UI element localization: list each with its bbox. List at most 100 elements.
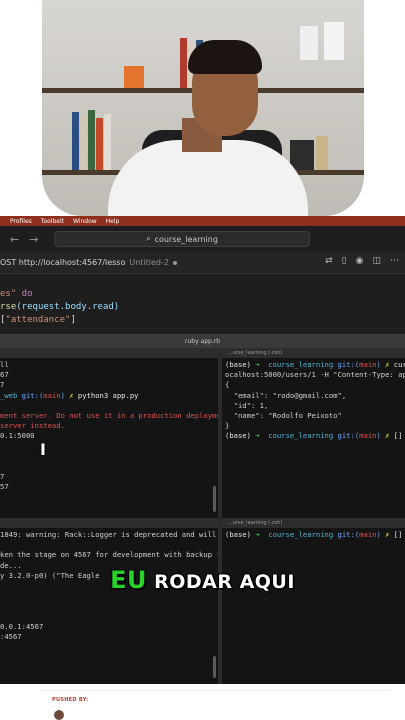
terminal-line: ocalhost:5000/users/1 -H "Content-Type: … — [225, 370, 405, 380]
scrollbar-thumb[interactable] — [213, 656, 216, 678]
code-line: es" do — [0, 288, 405, 301]
webcam-video — [42, 0, 364, 216]
terminal-line: (base) ➜ course_learning git:(main) ✗ [] — [225, 530, 405, 540]
terminal-line: "email": "rodo@gmail.com", — [225, 390, 347, 400]
t-token: _web — [0, 390, 18, 400]
book — [96, 118, 103, 170]
t-token: ) — [376, 431, 386, 441]
jar — [324, 22, 344, 60]
command-center-search[interactable]: ⌕ course_learning — [54, 231, 310, 247]
code-token: ] — [70, 315, 76, 325]
terminal-line: 7 — [0, 472, 5, 482]
tab-untitled-2[interactable]: Untitled-2 — [129, 258, 177, 267]
forward-arrow-icon[interactable]: → — [29, 233, 38, 246]
code-token: "attendance" — [5, 315, 71, 325]
terminal-line: "name": "Rodolfo Peixoto" — [225, 411, 342, 421]
book — [180, 38, 187, 88]
t-token: main — [359, 431, 377, 441]
terminal-titlebar: ruby app.rb — [0, 334, 405, 348]
pane-header — [0, 518, 218, 528]
t-token: (base) — [225, 431, 256, 441]
book — [72, 112, 79, 170]
book — [104, 114, 111, 170]
terminal-line: _web git:(main) ✗ python3 app.py — [0, 391, 218, 401]
t-token: git:( — [333, 530, 360, 539]
t-token: curl — [393, 360, 405, 369]
code-line: ["attendance"] — [0, 314, 405, 327]
back-arrow-icon[interactable]: ← — [10, 233, 19, 246]
code-editor[interactable]: es" do rse(request.body.read) ["attendan… — [0, 274, 405, 334]
pane-header: ...urse_learning (-zsh) — [222, 518, 405, 528]
t-token: (base) — [225, 360, 256, 369]
search-text: course_learning — [154, 234, 218, 244]
t-token: git:( — [333, 431, 360, 441]
github-icon[interactable]: ◉ — [356, 256, 364, 266]
terminal-line: 57 — [0, 482, 9, 492]
book — [290, 140, 314, 170]
t-token: [] — [389, 431, 403, 441]
avatar — [54, 710, 64, 720]
terminal-line: ment server. Do not use it in a producti… — [0, 411, 218, 421]
t-token: (base) — [225, 530, 256, 539]
terminal-line: (base) ➜ course_learning git:(main) ✗ cu… — [225, 360, 405, 370]
caption-highlight: EU — [110, 566, 147, 594]
terminal-pane-bottom-left[interactable]: 1849: warning: Rack::Logger is deprecate… — [0, 528, 218, 684]
search-icon: ⌕ — [146, 234, 151, 243]
terminal-line: 1849: warning: Rack::Logger is deprecate… — [0, 530, 217, 539]
menu-window[interactable]: Window — [73, 218, 97, 225]
divider — [40, 690, 390, 691]
code-token: do — [16, 289, 33, 299]
caption-text: RODAR AQUI — [146, 571, 295, 593]
terminal-line: server instead. — [0, 421, 65, 431]
menu-toolbelt[interactable]: Toolbelt — [41, 218, 64, 225]
split-icon[interactable]: ▯ — [342, 256, 347, 266]
terminal-pane-top-right[interactable]: (base) ➜ course_learning git:(main) ✗ cu… — [222, 358, 405, 518]
t-token: python3 app.py — [73, 390, 139, 400]
terminal-pane-bottom-right[interactable]: (base) ➜ course_learning git:(main) ✗ [] — [222, 528, 405, 684]
t-token: course_learning — [259, 431, 334, 441]
pane-header: ...urse_learning (-zsh) — [222, 348, 405, 358]
menu-profiles[interactable]: Profiles — [10, 218, 32, 225]
t-token: git:( — [17, 390, 44, 400]
editor-actions: ⇄ ▯ ◉ ◫ ⋯ — [325, 256, 399, 266]
t-token: main — [359, 360, 377, 369]
t-token: course_learning — [259, 530, 334, 539]
compare-icon[interactable]: ⇄ — [325, 256, 333, 266]
terminal-line: :4567 — [0, 632, 22, 642]
t-token: ) — [376, 360, 386, 369]
terminal-line: } — [225, 421, 230, 431]
code-token: rse — [0, 302, 17, 312]
more-icon[interactable]: ⋯ — [390, 256, 399, 266]
t-token: main — [43, 390, 61, 400]
jar — [300, 26, 318, 60]
t-token: git:( — [333, 360, 360, 369]
scrollbar-thumb[interactable] — [213, 486, 216, 512]
code-token: (request.body.read) — [16, 302, 120, 312]
unsaved-dot-icon — [172, 260, 177, 265]
terminal-line: (base) ➜ course_learning git:(main) ✗ [] — [225, 431, 405, 441]
tab-label: Untitled-2 — [129, 258, 169, 267]
app-menubar: Profiles Toolbelt Window Help — [0, 216, 405, 226]
code-line: rse(request.body.read) — [0, 301, 405, 314]
terminal-line: { — [225, 380, 230, 390]
terminal-pane-top-left[interactable]: ll 67 7 _web git:(main) ✗ python3 app.py… — [0, 358, 218, 518]
text-cursor-icon: I — [40, 440, 46, 459]
split-editor-icon[interactable]: ◫ — [372, 256, 381, 266]
t-token: course_learning — [259, 360, 334, 369]
t-token: ) — [376, 530, 386, 539]
t-token: ) — [60, 390, 70, 400]
terminal-line: 0.0.1:4567 — [0, 621, 44, 631]
book — [124, 66, 144, 88]
menu-help[interactable]: Help — [106, 218, 120, 225]
book — [80, 116, 87, 170]
pushed-by-label: PUSHED BY: — [52, 697, 89, 703]
editor-tabbar: OST http://localhost:4567/lesso Untitled… — [0, 252, 405, 274]
tab-http-request[interactable]: OST http://localhost:4567/lesso — [0, 258, 125, 267]
code-token: es" — [0, 289, 17, 299]
